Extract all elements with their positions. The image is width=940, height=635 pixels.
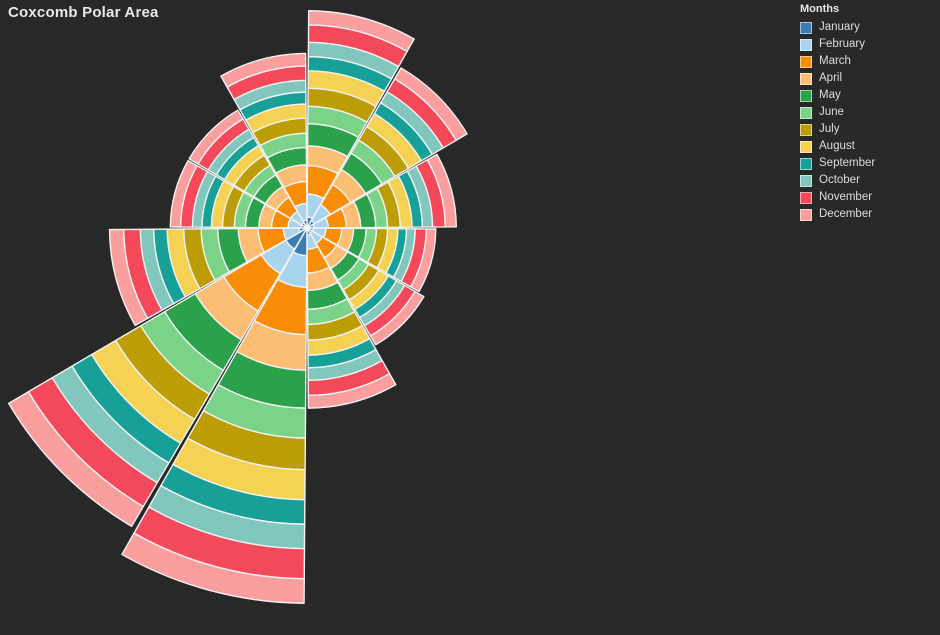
legend-item-label: August — [819, 139, 855, 152]
sector-segments-group — [8, 10, 468, 604]
legend-item-label: June — [819, 105, 844, 118]
legend-swatch-icon — [800, 72, 812, 85]
legend-swatch-icon — [800, 106, 812, 119]
legend-swatch-icon — [800, 123, 812, 136]
legend-item-label: May — [819, 88, 841, 101]
legend-item-july[interactable]: July — [800, 121, 937, 138]
legend-item-label: September — [819, 156, 876, 169]
legend-item-december[interactable]: December — [800, 206, 937, 223]
legend-swatch-icon — [800, 140, 812, 153]
legend-swatch-icon — [800, 38, 812, 51]
legend-item-label: July — [819, 122, 840, 135]
legend-item-april[interactable]: April — [800, 70, 937, 87]
legend-item-label: February — [819, 37, 866, 50]
legend-swatch-icon — [800, 174, 812, 187]
legend-item-november[interactable]: November — [800, 189, 937, 206]
legend-item-label: March — [819, 54, 851, 67]
legend: Months January February March April May June J… — [797, 0, 937, 223]
legend-item-march[interactable]: March — [800, 53, 937, 70]
legend-item-september[interactable]: September — [800, 155, 937, 172]
legend-swatch-icon — [800, 157, 812, 170]
coxcomb-chart-root: Coxcomb Polar Area Months January Februar… — [0, 0, 940, 635]
legend-title: Months — [800, 3, 840, 15]
legend-swatch-icon — [800, 21, 812, 34]
legend-swatch-icon — [800, 191, 812, 204]
legend-item-may[interactable]: May — [800, 87, 937, 104]
legend-item-october[interactable]: October — [800, 172, 937, 189]
legend-item-february[interactable]: February — [800, 36, 937, 53]
legend-item-label: January — [819, 20, 860, 33]
legend-item-june[interactable]: June — [800, 104, 937, 121]
legend-item-january[interactable]: January — [800, 19, 937, 36]
legend-items-list: January February March April May June July Augu… — [797, 19, 937, 223]
legend-item-label: October — [819, 173, 860, 186]
legend-swatch-icon — [800, 208, 812, 221]
legend-swatch-icon — [800, 89, 812, 102]
legend-item-august[interactable]: August — [800, 138, 937, 155]
legend-swatch-icon — [800, 55, 812, 68]
legend-item-label: April — [819, 71, 843, 84]
legend-item-label: November — [819, 190, 873, 203]
legend-item-label: December — [819, 207, 873, 220]
